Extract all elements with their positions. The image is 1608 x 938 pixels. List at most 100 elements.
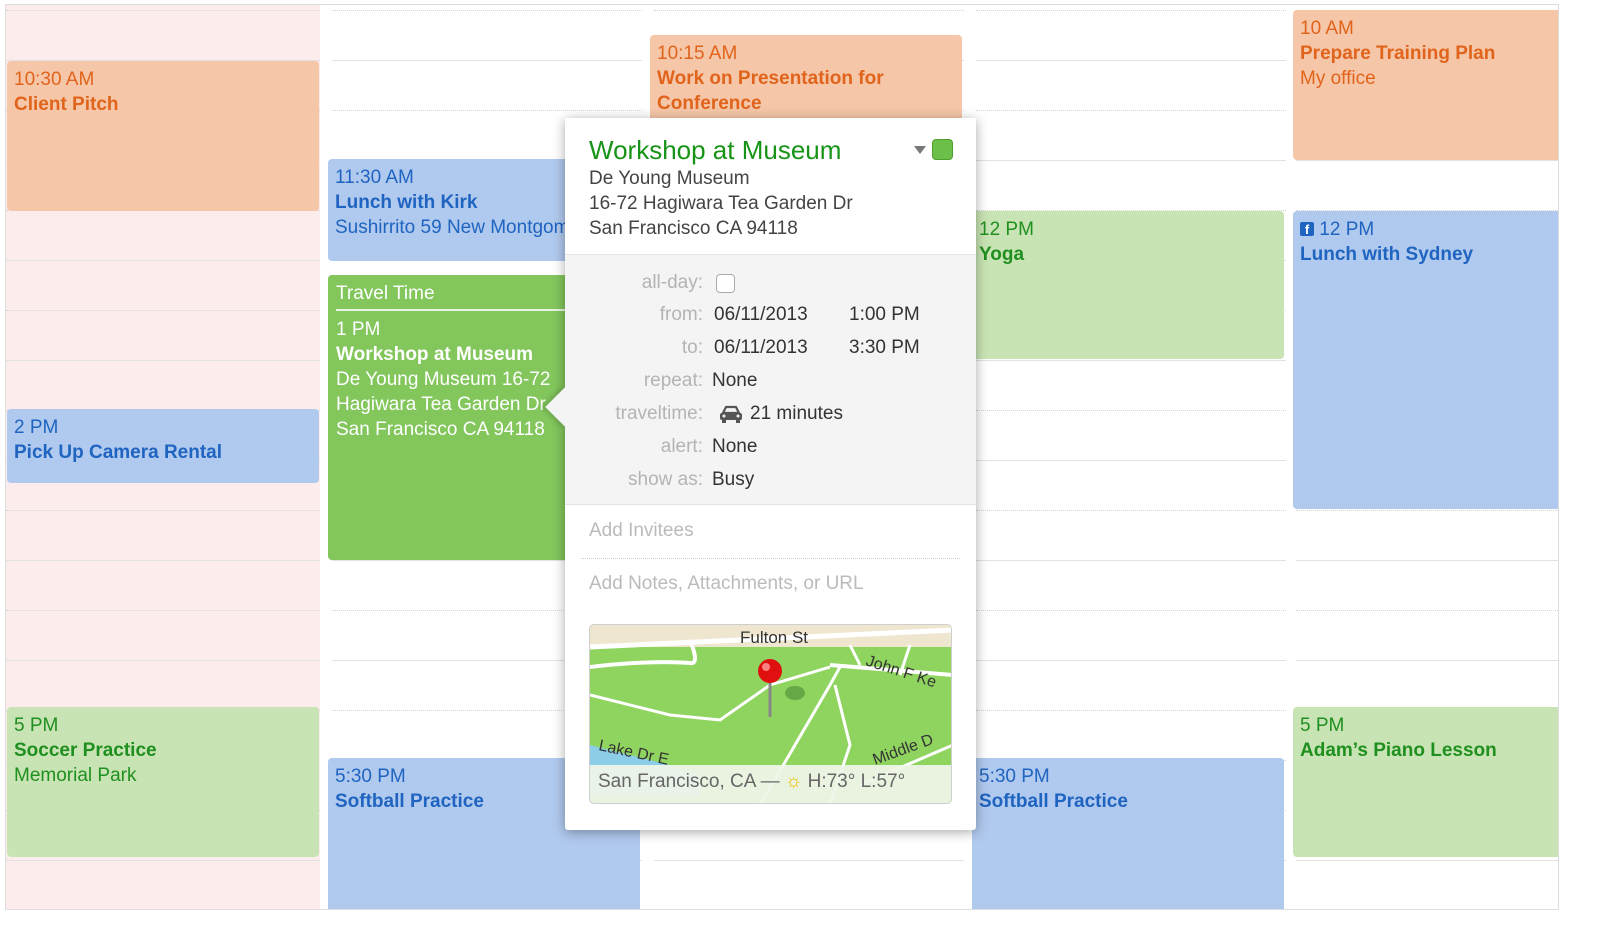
event-time: 10 AM <box>1300 18 1354 39</box>
address-line[interactable]: De Young Museum <box>589 166 952 191</box>
event-title: Client Pitch <box>14 94 119 115</box>
hour-gridline <box>976 160 1286 161</box>
event-properties: all-day: from: 06/11/2013 1:00 PM to: 06… <box>565 255 976 505</box>
hour-gridline <box>332 60 642 61</box>
event-details-popover: Workshop at Museum De Young Museum 16-72… <box>545 118 976 830</box>
event-title: Soccer Practice <box>14 740 157 761</box>
weather-location: San Francisco, CA — <box>598 771 780 792</box>
repeat-value[interactable]: None <box>712 369 757 393</box>
alert-value[interactable]: None <box>712 435 757 459</box>
divider <box>581 558 960 559</box>
car-icon <box>719 405 743 431</box>
hour-gridline <box>6 560 320 561</box>
hour-gridline <box>6 610 320 611</box>
to-time[interactable]: 3:30 PM <box>849 336 920 360</box>
hour-gridline <box>6 360 320 361</box>
location-map[interactable]: Fulton St John F Ke Lake Dr E Middle D S… <box>589 624 952 804</box>
event-title-field[interactable]: Workshop at Museum <box>589 134 952 166</box>
hour-gridline <box>976 510 1286 511</box>
hour-gridline <box>6 510 320 511</box>
event-title: Prepare Training Plan <box>1300 43 1496 64</box>
from-time[interactable]: 1:00 PM <box>849 303 920 327</box>
hour-gridline <box>976 460 1286 461</box>
event-time: 5:30 PM <box>979 766 1050 787</box>
hour-gridline <box>1296 660 1558 661</box>
event-softball-practice-2[interactable]: 5:30 PM Softball Practice <box>972 758 1284 909</box>
event-location: Sushirrito 59 New Montgomery <box>335 217 596 238</box>
hour-gridline <box>976 410 1286 411</box>
repeat-label: repeat: <box>643 370 703 391</box>
from-label: from: <box>659 304 703 325</box>
hour-gridline <box>1296 160 1558 161</box>
event-title: Yoga <box>979 244 1025 265</box>
weather-bar: San Francisco, CA — ☼ H:73° L:57° <box>590 765 951 803</box>
all-day-label: all-day: <box>641 272 703 293</box>
hour-gridline <box>6 860 320 861</box>
to-label: to: <box>681 337 703 358</box>
hour-gridline <box>976 610 1286 611</box>
event-time: 5 PM <box>1300 715 1345 736</box>
hour-gridline <box>1296 560 1558 561</box>
event-title: Softball Practice <box>979 791 1128 812</box>
event-time: 12 PM <box>1319 219 1375 240</box>
popover-header: Workshop at Museum De Young Museum 16-72… <box>565 118 976 255</box>
event-title: Pick Up Camera Rental <box>14 442 223 463</box>
add-notes-field[interactable]: Add Notes, Attachments, or URL <box>589 573 864 595</box>
hour-gridline <box>976 710 1286 711</box>
event-time: 11:30 AM <box>335 167 414 188</box>
hour-gridline <box>1296 860 1558 861</box>
event-time: 1 PM <box>336 319 381 340</box>
calendar-dropdown-icon[interactable] <box>914 146 926 154</box>
to-date[interactable]: 06/11/2013 <box>714 336 808 360</box>
alert-label: alert: <box>660 436 703 457</box>
event-soccer-practice[interactable]: 5 PM Soccer Practice Memorial Park <box>7 707 319 857</box>
event-title: Adam’s Piano Lesson <box>1300 740 1497 761</box>
from-date[interactable]: 06/11/2013 <box>714 303 808 327</box>
hour-gridline <box>6 10 320 11</box>
street-label: Fulton St <box>740 628 808 647</box>
event-prepare-training-plan[interactable]: 10 AM Prepare Training Plan My office <box>1293 10 1558 160</box>
hour-gridline <box>1296 510 1558 511</box>
address-line[interactable]: 16-72 Hagiwara Tea Garden Dr <box>589 191 952 216</box>
show-as-value[interactable]: Busy <box>712 468 754 492</box>
event-time: 2 PM <box>14 417 59 438</box>
event-lunch-with-sydney[interactable]: f 12 PM Lunch with Sydney <box>1293 211 1558 509</box>
hour-gridline <box>976 110 1286 111</box>
street-label: John F Ke <box>864 653 939 692</box>
hour-gridline <box>332 110 642 111</box>
event-title: Lunch with Sydney <box>1300 244 1474 265</box>
hour-gridline <box>6 310 320 311</box>
traveltime-value[interactable]: 21 minutes <box>750 402 843 426</box>
hour-gridline <box>6 260 320 261</box>
hour-gridline <box>6 660 320 661</box>
hour-gridline <box>976 560 1286 561</box>
event-client-pitch[interactable]: 10:30 AM Client Pitch <box>7 61 319 211</box>
traveltime-label: traveltime: <box>615 403 703 424</box>
hour-gridline <box>976 660 1286 661</box>
hour-gridline <box>654 860 964 861</box>
event-location: De Young Museum 16-72 Hagiwara Tea Garde… <box>336 369 551 440</box>
hour-gridline <box>332 10 642 11</box>
facebook-icon: f <box>1300 222 1314 237</box>
hour-gridline <box>654 10 964 11</box>
add-invitees-field[interactable]: Add Invitees <box>589 520 694 542</box>
event-piano-lesson[interactable]: 5 PM Adam’s Piano Lesson <box>1293 707 1558 857</box>
hour-gridline <box>1296 610 1558 611</box>
address-line[interactable]: San Francisco CA 94118 <box>589 216 952 241</box>
hour-gridline <box>976 60 1286 61</box>
show-as-label: show as: <box>628 469 703 490</box>
event-location: My office <box>1300 68 1376 89</box>
event-location: Memorial Park <box>14 765 137 786</box>
street-label: Middle D <box>871 731 936 769</box>
event-yoga[interactable]: 12 PM Yoga <box>972 211 1284 359</box>
event-time: 5 PM <box>14 715 59 736</box>
event-time: 10:30 AM <box>14 69 95 90</box>
event-work-on-presentation[interactable]: 10:15 AM Work on Presentation for Confer… <box>650 35 962 125</box>
event-title: Work on Presentation for Conference <box>657 68 884 114</box>
event-pick-up-camera[interactable]: 2 PM Pick Up Camera Rental <box>7 409 319 483</box>
weather-high-low: H:73° L:57° <box>807 771 906 792</box>
all-day-checkbox[interactable] <box>716 274 735 293</box>
calendar-color-swatch[interactable] <box>932 139 953 160</box>
sun-icon: ☼ <box>784 771 803 792</box>
event-time: 5:30 PM <box>335 766 406 787</box>
